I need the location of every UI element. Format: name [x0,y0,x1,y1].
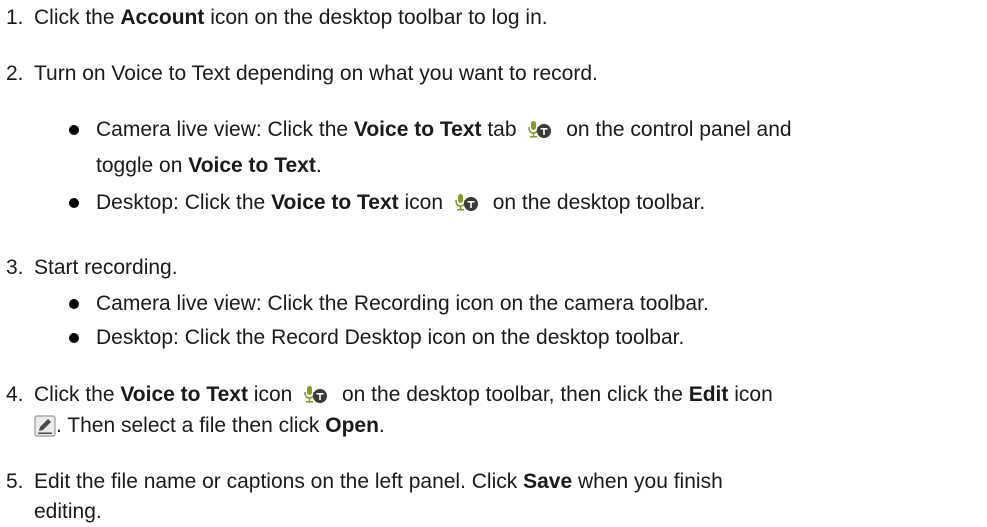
bullet-text: icon [398,191,449,214]
bullet-text: on the control panel and [560,118,792,141]
bold-term: Open [325,414,379,437]
step-text: icon [247,383,299,406]
step-text: Click the [34,383,121,406]
step-number: 3. [6,256,24,279]
bullet-text: Camera live view: Click the [96,118,354,141]
voice-to-text-icon [455,194,478,211]
bullet-dot [69,333,79,343]
step-number: 1. [6,6,24,29]
bold-term: Edit [688,383,729,406]
step-text: on the desktop toolbar, then click the [336,383,689,406]
bullet-dot [69,125,79,135]
bullet-dot [69,299,79,309]
step-text: when you finish [572,470,723,493]
step-text: icon on the desktop toolbar to log in. [204,6,548,29]
bullet-text: Desktop: Click the Record Desktop icon o… [96,326,685,349]
step-text: . [378,414,385,437]
edit-icon [34,415,56,437]
step-text: editing. [34,500,102,523]
bullet-text: on the desktop toolbar. [486,191,706,214]
voice-to-text-icon [304,386,328,403]
step-text: icon [728,383,773,406]
bold-term: Voice to Text [353,118,482,141]
step-number: 5. [6,470,24,493]
bullet-dot [69,198,79,208]
step-number: 4. [6,383,24,406]
bullet-text: Camera live view: Click the Recording ic… [96,292,709,315]
bullet-text: . [315,154,322,177]
bold-term: Voice to Text [271,191,399,214]
voice-to-text-icon [528,121,552,138]
bullet-text: toggle on [96,154,189,177]
step-text: Turn on Voice to Text depending on what … [34,62,598,85]
bullet-text: Desktop: Click the [96,191,272,214]
step-text: Edit the file name or captions on the le… [34,470,524,493]
step-text: Click the [34,6,121,29]
bullet-text: tab [481,118,523,141]
bold-term: Save [523,470,573,493]
bold-term: Account [120,6,205,29]
bold-term: Voice to Text [188,154,316,177]
step-text: Start recording. [34,256,178,279]
bold-term: Voice to Text [120,383,248,406]
step-number: 2. [6,62,24,85]
step-text: . Then select a file then click [56,414,326,437]
